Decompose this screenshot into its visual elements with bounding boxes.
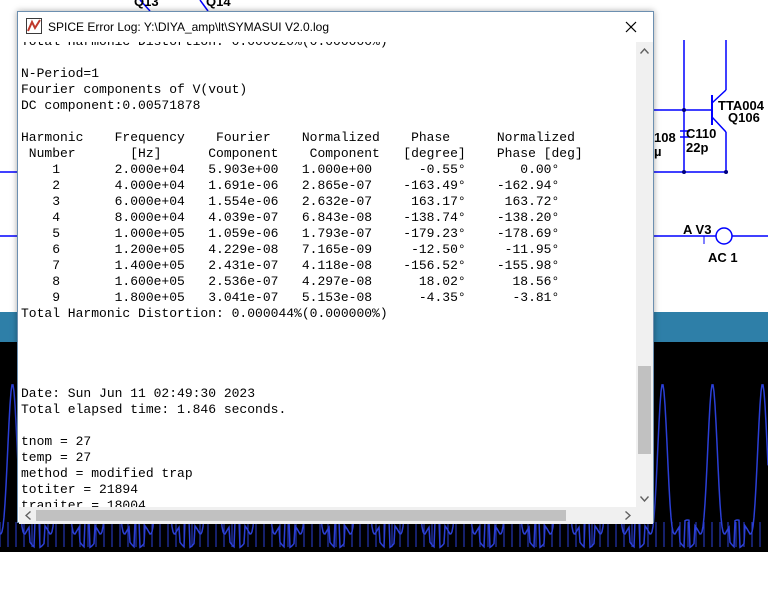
scroll-down-button[interactable]: [636, 490, 653, 507]
label-q13: Q13: [134, 0, 159, 9]
log-line: Harmonic Frequency Fourier Normalized Ph…: [21, 130, 575, 145]
log-line: 7 1.400e+05 2.431e-07 4.118e-08 -156.52°…: [21, 258, 560, 273]
log-line: 9 1.800e+05 3.041e-07 5.153e-08 -4.35° -…: [21, 290, 560, 305]
scroll-up-button[interactable]: [636, 42, 653, 59]
title-bar[interactable]: SPICE Error Log: Y:\DIYA_amp\lt\SYMASUI …: [18, 12, 653, 42]
label-ac1: AC 1: [708, 250, 738, 265]
dialog-title: SPICE Error Log: Y:\DIYA_amp\lt\SYMASUI …: [48, 20, 330, 34]
log-line: 1 2.000e+04 5.903e+00 1.000e+00 -0.55° 0…: [21, 162, 560, 177]
close-icon: [625, 21, 637, 33]
log-line: totiter = 21894: [21, 482, 139, 497]
log-line: Total elapsed time: 1.846 seconds.: [21, 402, 287, 417]
log-line: traniter = 18004: [21, 498, 146, 507]
log-content: Total Harmonic Distortion: 0.000020%(0.0…: [21, 42, 583, 507]
label-q14: Q14: [206, 0, 231, 9]
horizontal-scrollbar[interactable]: [19, 507, 636, 524]
scroll-right-button[interactable]: [619, 507, 636, 524]
close-button[interactable]: [609, 12, 653, 42]
spice-error-log-dialog[interactable]: SPICE Error Log: Y:\DIYA_amp\lt\SYMASUI …: [17, 11, 654, 524]
label-mu: µ: [654, 144, 662, 159]
log-line: 6 1.200e+05 4.229e-08 7.165e-09 -12.50° …: [21, 242, 560, 257]
horizontal-scroll-thumb[interactable]: [36, 510, 566, 521]
log-line: Fourier components of V(vout): [21, 82, 248, 97]
log-line: 8 1.600e+05 2.536e-07 4.297e-08 18.02° 1…: [21, 274, 560, 289]
scrollbar-corner: [636, 507, 653, 524]
chevron-right-icon: [624, 511, 631, 520]
ltspice-app-icon: [26, 18, 42, 34]
log-line: method = modified trap: [21, 466, 193, 481]
label-q106: Q106: [728, 110, 760, 125]
log-line: Total Harmonic Distortion: 0.000020%(0.0…: [21, 42, 388, 49]
log-text-area[interactable]: Total Harmonic Distortion: 0.000020%(0.0…: [19, 42, 636, 507]
scroll-left-button[interactable]: [19, 507, 36, 524]
log-line: temp = 27: [21, 450, 92, 465]
log-line: 4 8.000e+04 4.039e-07 6.843e-08 -138.74°…: [21, 210, 560, 225]
log-line: Total Harmonic Distortion: 0.000044%(0.0…: [21, 306, 388, 321]
log-line: Number [Hz] Component Component [degree]…: [21, 146, 583, 161]
log-line: 3 6.000e+04 1.554e-06 2.632e-07 163.17° …: [21, 194, 560, 209]
label-r108: 108: [654, 130, 676, 145]
label-v3: A V3: [683, 222, 712, 237]
desktop-area: [0, 552, 768, 600]
log-line: N-Period=1: [21, 66, 100, 81]
vertical-scroll-thumb[interactable]: [638, 366, 651, 454]
chevron-left-icon: [24, 511, 31, 520]
vertical-scrollbar[interactable]: [636, 42, 653, 507]
label-c110-value: 22p: [686, 140, 709, 155]
log-line: Date: Sun Jun 11 02:49:30 2023: [21, 386, 256, 401]
log-line: 2 4.000e+04 1.691e-06 2.865e-07 -163.49°…: [21, 178, 560, 193]
label-c110: C110: [686, 126, 717, 141]
chevron-down-icon: [640, 495, 649, 502]
log-line: tnom = 27: [21, 434, 92, 449]
log-line: DC component:0.00571878: [21, 98, 201, 113]
log-line: 5 1.000e+05 1.059e-06 1.793e-07 -179.23°…: [21, 226, 560, 241]
chevron-up-icon: [640, 47, 649, 54]
